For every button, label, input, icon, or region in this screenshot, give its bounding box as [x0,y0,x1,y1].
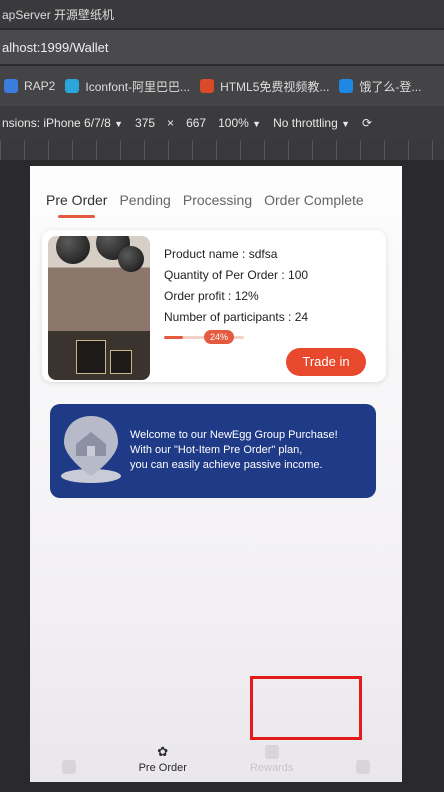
nav-item-rewards[interactable]: Rewards [250,745,293,774]
tab-pre-order[interactable]: Pre Order [46,192,107,218]
chevron-down-icon: ▼ [114,119,124,129]
home-icon [61,760,76,774]
progress-label: 24% [204,330,234,344]
trade-in-button[interactable]: Trade in [286,348,366,376]
window-title: apServer 开源壁纸机 [0,0,444,28]
balloon-shape [56,236,90,264]
product-details: Product name : sdfsa Quantity of Per Ord… [164,244,308,328]
house-location-icon [61,416,121,483]
red-highlight-box [250,676,362,740]
product-profit: Order profit : 12% [164,289,259,303]
nav-item-mine[interactable] [356,760,371,774]
balloon-shape [118,246,144,272]
viewport-height[interactable]: 667 [186,116,206,130]
product-card: Product name : sdfsa Quantity of Per Ord… [42,230,386,382]
tab-order-complete[interactable]: Order Complete [264,192,364,208]
bookmark-eleme[interactable]: 饿了么-登... [339,78,421,95]
order-tabs: Pre Order Pending Processing Order Compl… [30,166,402,218]
gift-box-shape [76,340,106,374]
device-toolbar: nsions: iPhone 6/7/8 ▼ 375 × 667 100% ▼ … [0,106,444,140]
nav-item-home[interactable] [61,760,76,774]
html5-icon [200,79,215,93]
ruler [0,140,444,160]
zoom-select[interactable]: 100% ▼ [218,116,261,130]
iconfont-icon [65,79,80,93]
times-sign: × [167,116,175,130]
tab-pending[interactable]: Pending [119,192,170,208]
rotate-icon[interactable]: ⟳ [362,116,372,130]
progress-fill [164,336,184,339]
product-participants: Number of participants : 24 [164,310,309,324]
chevron-down-icon: ▼ [252,119,262,129]
device-select[interactable]: nsions: iPhone 6/7/8 ▼ [2,116,123,130]
tab-processing[interactable]: Processing [183,192,252,208]
bookmark-rap2[interactable]: RAP2 [4,79,55,93]
user-icon [356,760,371,774]
pre-order-icon: ✿ [157,744,169,759]
product-image [48,236,150,380]
banner-text: Welcome to our NewEgg Group Purchase! Wi… [130,429,338,471]
rap2-icon [4,79,18,93]
nav-item-pre-order[interactable]: ✿ Pre Order [139,744,187,775]
address-bar[interactable]: alhost:1999/Wallet [0,30,444,64]
viewport-width[interactable]: 375 [135,116,155,130]
rewards-icon [264,745,279,759]
promo-banner: Welcome to our NewEgg Group Purchase! Wi… [50,404,376,498]
participation-progress: 24% [164,329,244,345]
bookmark-iconfont[interactable]: Iconfont-阿里巴巴... [65,78,190,95]
chevron-down-icon: ▼ [341,119,351,129]
throttle-select[interactable]: No throttling ▼ [273,116,350,130]
gift-box-shape [110,350,132,374]
eleme-icon [339,79,354,93]
product-quantity: Quantity of Per Order : 100 [164,268,309,282]
product-name: Product name : sdfsa [164,247,278,261]
bookmark-html5[interactable]: HTML5免费视频教... [200,78,329,95]
bookmarks-bar: RAP2 Iconfont-阿里巴巴... HTML5免费视频教... 饿了么-… [0,66,444,106]
